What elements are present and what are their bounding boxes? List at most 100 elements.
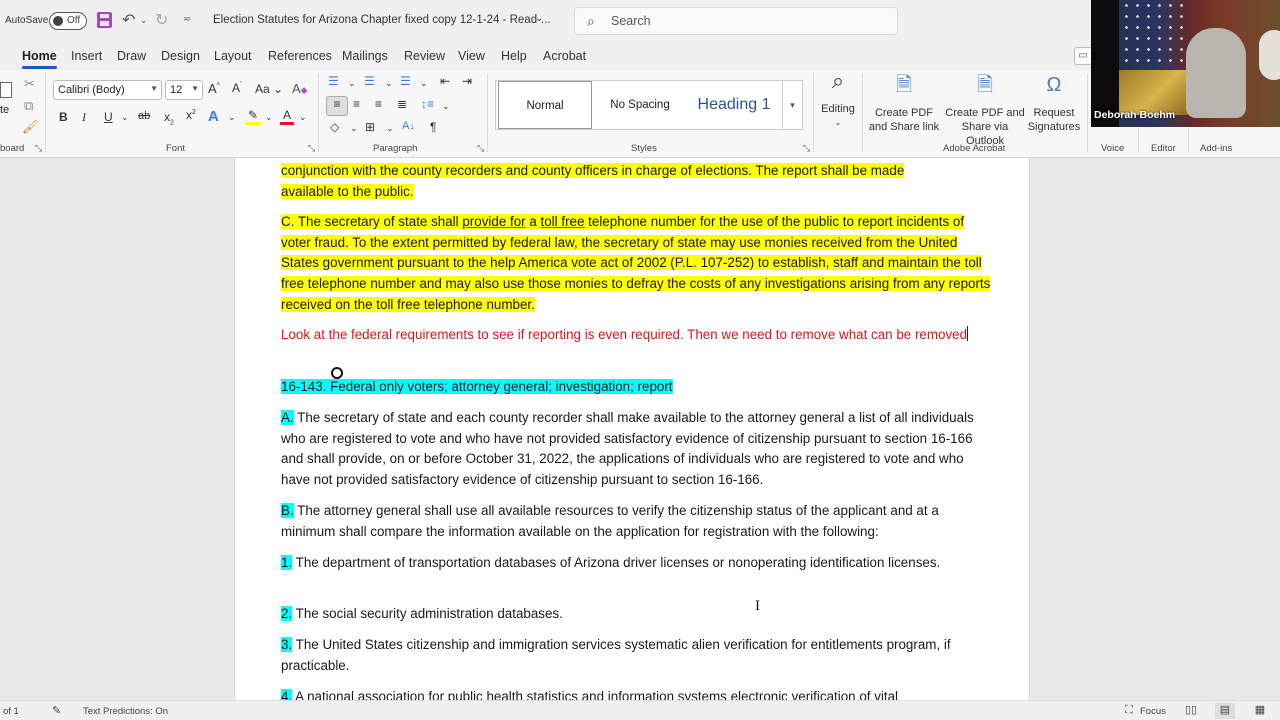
superscript-icon[interactable]: x2 — [186, 108, 196, 122]
show-formatting-marks-icon[interactable]: ¶ — [430, 120, 436, 134]
shrink-font-icon[interactable]: Aˇ — [232, 81, 242, 95]
tab-view[interactable]: View — [458, 49, 485, 63]
comments-button[interactable]: ▭ — [1074, 47, 1092, 65]
paragraph-c-toll-free: C. The secretary of state shall provide … — [281, 212, 991, 316]
tab-layout[interactable]: Layout — [214, 49, 252, 63]
copy-icon[interactable]: ⧉ — [24, 98, 33, 114]
grow-font-icon[interactable]: A^ — [208, 81, 220, 96]
chevron-down-icon[interactable]: ⌄ — [299, 112, 307, 123]
text-predictions-status[interactable]: Text Predictions: On — [83, 706, 168, 717]
tab-home[interactable]: Home — [22, 49, 57, 69]
paste-label[interactable]: te — [0, 104, 9, 116]
shading-icon[interactable]: ◇ — [330, 120, 339, 134]
highlight-color-icon[interactable]: ✎ — [245, 108, 261, 125]
font-launcher-icon[interactable]: ⤡ — [308, 143, 315, 154]
numbering-icon[interactable]: ☰ — [364, 74, 375, 88]
style-heading-1[interactable]: Heading 1 — [686, 81, 782, 129]
document-canvas: conjunction with the county recorders an… — [0, 158, 1280, 700]
grammar-underlined-text[interactable]: provide for — [462, 214, 525, 229]
align-left-button[interactable]: ≡ — [326, 96, 348, 116]
chevron-down-icon[interactable]: ⌄ — [348, 78, 356, 89]
cut-icon[interactable]: ✂ — [24, 76, 35, 92]
chevron-down-icon[interactable]: ⌄ — [350, 123, 358, 134]
read-mode-icon[interactable]: ▯▯ — [1181, 703, 1201, 719]
strikethrough-icon[interactable]: ab — [138, 110, 150, 122]
document-title[interactable]: Election Statutes for Arizona Chapter fi… — [213, 14, 551, 26]
sort-icon[interactable]: A↓ — [402, 120, 415, 132]
addins-group-label[interactable]: Add-ins — [1200, 143, 1232, 154]
font-color-icon[interactable]: A — [280, 108, 294, 125]
chevron-down-icon[interactable]: ⌄ — [535, 13, 543, 24]
web-layout-icon[interactable]: ▦ — [1250, 703, 1270, 719]
bullets-icon[interactable]: ☰ — [328, 74, 339, 88]
change-case-icon[interactable]: Aa ⌄ — [255, 82, 283, 96]
format-painter-icon[interactable]: 🖌 — [22, 119, 39, 135]
editor-group-label[interactable]: Editor — [1151, 143, 1176, 154]
increase-indent-icon[interactable]: ⇥ — [462, 74, 472, 88]
customize-toolbar-icon[interactable]: ≂ — [183, 14, 191, 25]
redo-icon[interactable]: ↻ — [155, 10, 168, 30]
autosave-toggle[interactable]: Off — [49, 12, 87, 30]
bold-icon[interactable]: B — [59, 110, 68, 124]
styles-launcher-icon[interactable]: ⤡ — [803, 143, 810, 154]
create-pdf-outlook-button[interactable]: 🗎 Create PDF and Share via Outlook — [943, 75, 1027, 148]
chevron-down-icon[interactable]: ⌄ — [385, 78, 393, 89]
tab-insert[interactable]: Insert — [71, 49, 102, 63]
chevron-down-icon[interactable]: ⌄ — [121, 112, 129, 123]
font-name-combo[interactable]: Calibri (Body) ▼ — [53, 80, 162, 100]
line-spacing-icon[interactable]: ↕≡ — [421, 97, 434, 111]
print-layout-icon[interactable]: ▤ — [1215, 703, 1235, 719]
subscript-icon[interactable]: x2 — [164, 110, 174, 126]
paste-icon[interactable] — [0, 82, 12, 98]
tab-acrobat[interactable]: Acrobat — [543, 49, 586, 63]
tab-draw[interactable]: Draw — [117, 49, 146, 63]
tab-mailings[interactable]: Mailings — [342, 49, 388, 63]
focus-icon[interactable]: ⛶ — [1125, 704, 1133, 717]
chevron-down-icon[interactable]: ⌄ — [265, 112, 273, 123]
chevron-down-icon[interactable]: ⌄ — [442, 101, 450, 112]
voice-group-label[interactable]: Voice — [1101, 143, 1124, 154]
save-icon[interactable] — [97, 12, 112, 28]
document-page[interactable]: conjunction with the county recorders an… — [234, 158, 1030, 700]
multilevel-list-icon[interactable]: ☰ — [400, 74, 411, 88]
focus-label[interactable]: Focus — [1140, 706, 1166, 717]
text-predictions-icon[interactable]: ✎ — [52, 704, 61, 717]
style-normal[interactable]: Normal — [498, 81, 592, 129]
styles-more-icon[interactable]: ▾ — [782, 81, 802, 129]
paragraph-launcher-icon[interactable]: ⤡ — [477, 143, 484, 154]
italic-icon[interactable]: I — [82, 110, 86, 125]
grammar-underlined-text[interactable]: toll free — [541, 214, 585, 229]
group-divider — [1138, 128, 1139, 152]
clipboard-launcher-icon[interactable]: ⤡ — [35, 143, 42, 154]
search-input[interactable]: ⌕ Search — [574, 7, 898, 35]
page-count[interactable]: of 1 — [3, 706, 19, 717]
underline-icon[interactable]: U — [104, 110, 113, 124]
button-label-line1: Create PDF and — [945, 107, 1025, 119]
align-center-icon[interactable]: ≡ — [353, 97, 360, 111]
group-divider — [45, 74, 46, 152]
borders-icon[interactable]: ⊞ — [365, 120, 375, 134]
create-pdf-share-link-button[interactable]: 🗎 Create PDF and Share link — [868, 75, 940, 134]
decrease-indent-icon[interactable]: ⇤ — [440, 74, 450, 88]
chevron-down-icon[interactable]: ⌄ — [420, 78, 428, 89]
tab-help[interactable]: Help — [501, 49, 527, 63]
align-right-icon[interactable]: ≡ — [375, 97, 382, 111]
justify-icon[interactable]: ≣ — [397, 97, 407, 111]
style-no-spacing[interactable]: No Spacing — [594, 81, 686, 129]
undo-dropdown-icon[interactable]: ⌄ — [140, 15, 148, 26]
chevron-down-icon[interactable]: ⌄ — [228, 112, 236, 123]
request-signatures-button[interactable]: Ω Request Signatures — [1027, 75, 1081, 134]
text-run: a — [525, 214, 541, 229]
item-marker: 1. — [281, 555, 293, 570]
clear-formatting-icon[interactable]: A◆ — [292, 81, 308, 96]
text-effects-icon[interactable]: A — [208, 108, 219, 125]
text-cursor — [967, 326, 969, 341]
chevron-down-icon[interactable]: ⌄ — [386, 123, 394, 134]
undo-icon[interactable]: ↶ — [122, 10, 135, 30]
tab-references[interactable]: References — [268, 49, 332, 63]
tab-design[interactable]: Design — [161, 49, 200, 63]
editing-label: Editing — [821, 103, 855, 115]
editing-button[interactable]: ⌕ Editing ⌄ — [817, 70, 859, 130]
tab-review[interactable]: Review — [404, 49, 445, 63]
font-size-combo[interactable]: 12 ▼ — [165, 80, 203, 100]
